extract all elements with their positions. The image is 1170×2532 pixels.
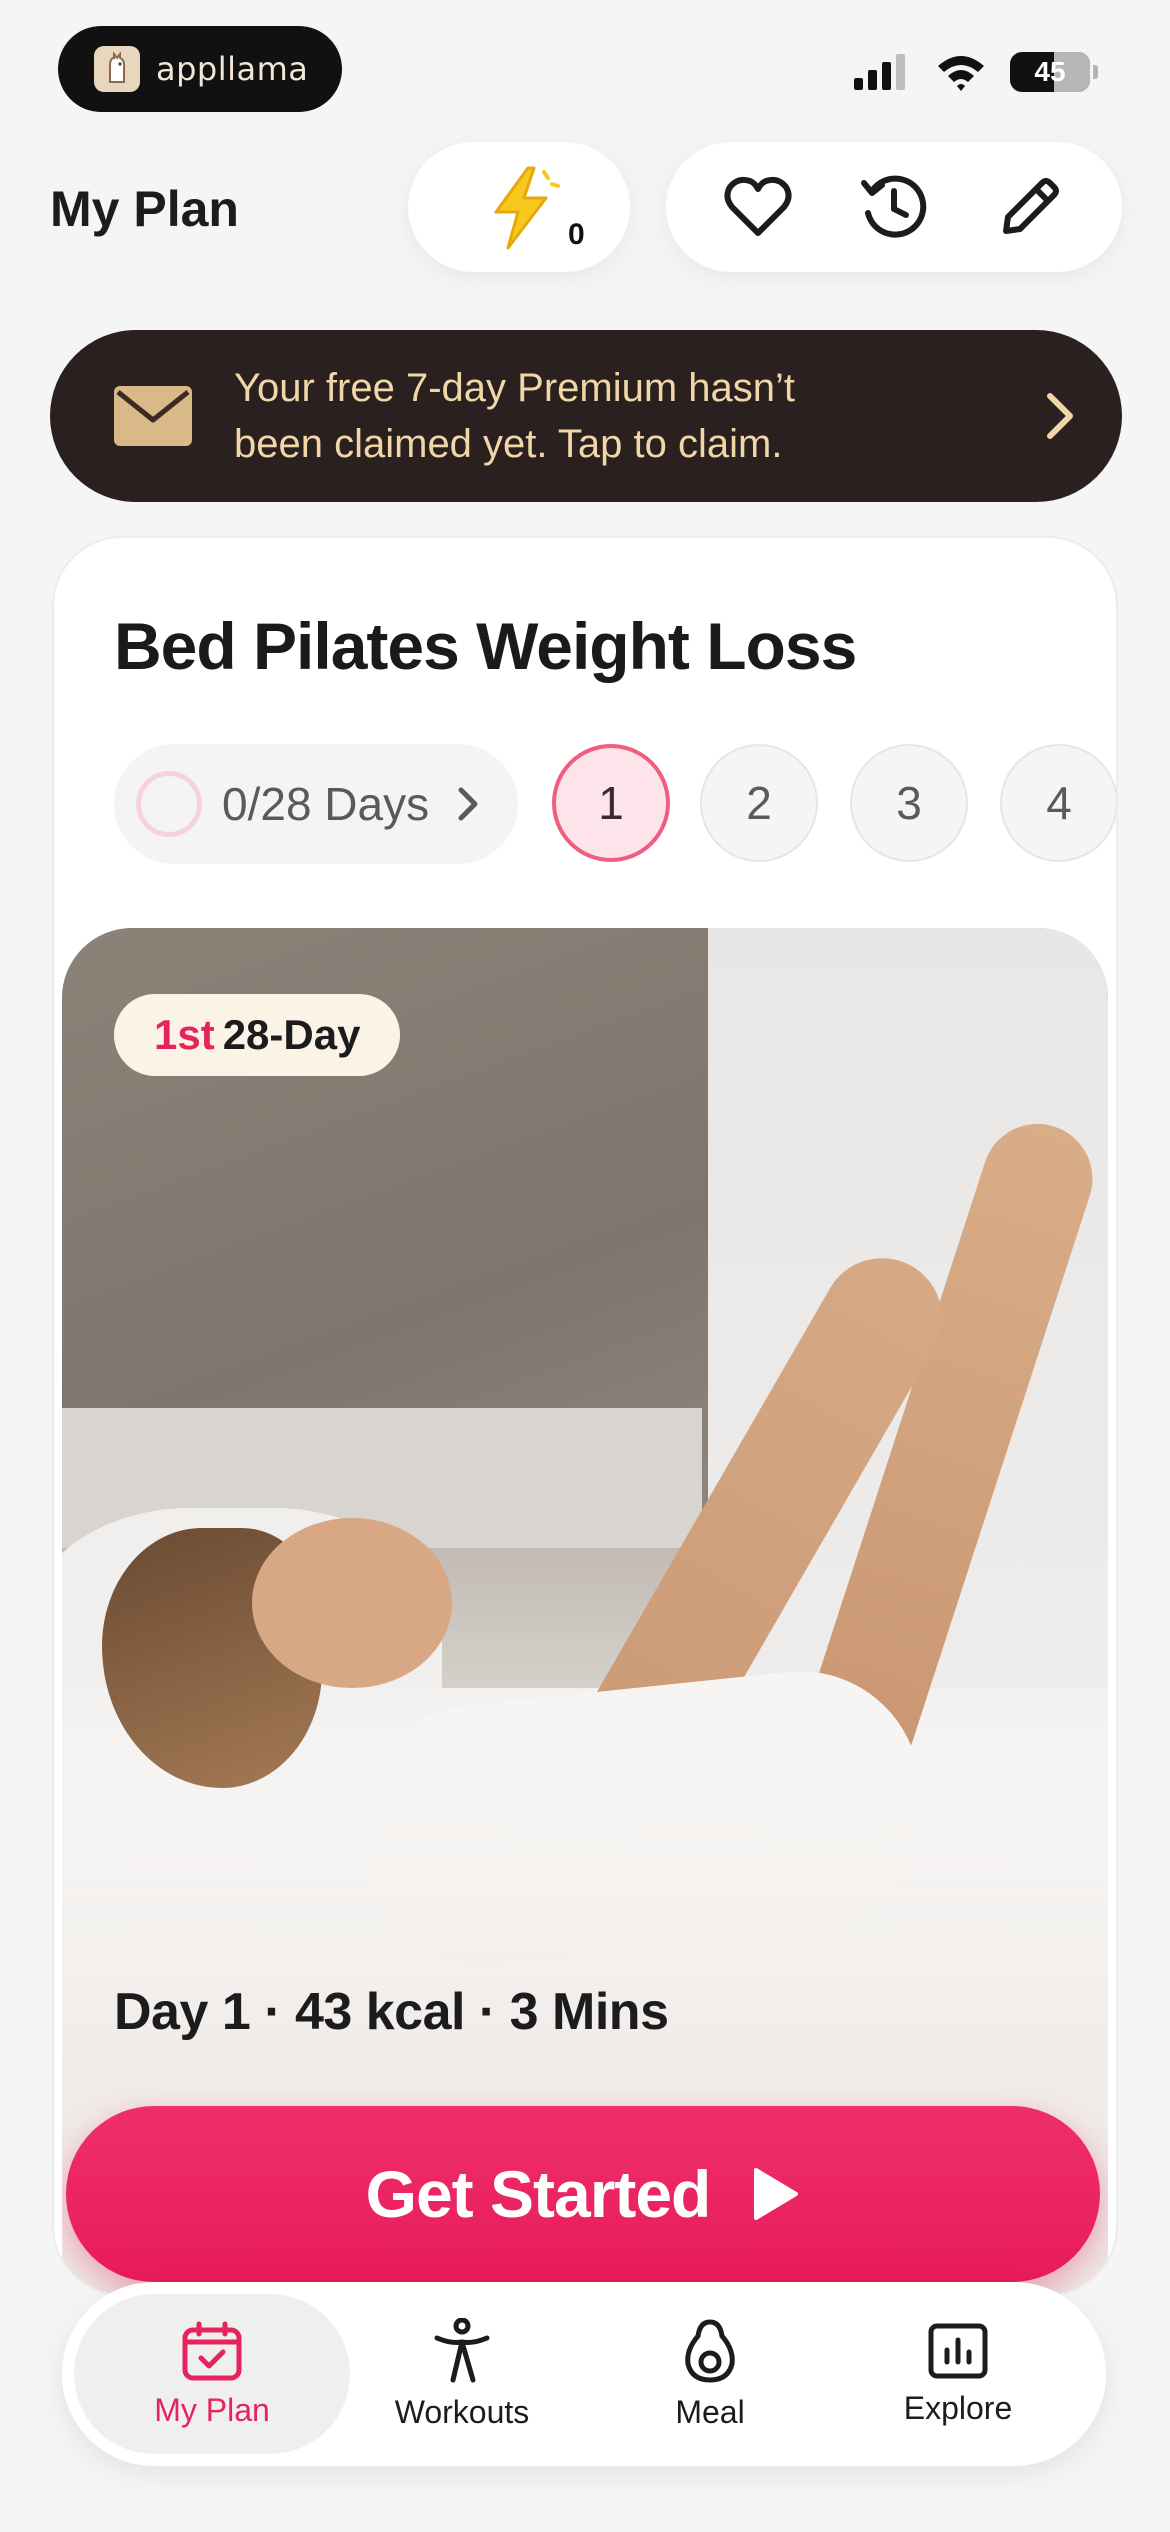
- llama-logo-icon: [94, 46, 140, 92]
- avocado-icon: [685, 2318, 735, 2383]
- history-clock-icon: [861, 175, 927, 238]
- brand-name: appllama: [156, 50, 309, 88]
- app-brand-pill: appllama: [58, 26, 342, 112]
- pencil-icon: [1003, 178, 1059, 234]
- lightning-bolt-icon: [494, 166, 560, 250]
- plan-length-badge: 1st 28-Day: [114, 994, 401, 1076]
- plan-progress-button[interactable]: 0/28 Days: [114, 744, 518, 864]
- day-selector-1[interactable]: 1: [552, 744, 670, 862]
- day-summary: Day 1 · 43 kcal · 3 Mins: [114, 1983, 669, 2041]
- tab-label: Meal: [675, 2393, 745, 2430]
- workout-hero-image[interactable]: 1st 28-Day Day 1 · 43 kcal · 3 Mins Get …: [62, 928, 1108, 2294]
- tab-workouts[interactable]: Workouts: [324, 2294, 600, 2454]
- cellular-signal-icon: [854, 54, 905, 90]
- banner-line-2: been claimed yet. Tap to claim.: [234, 422, 783, 466]
- day-selector-4[interactable]: 4: [1000, 744, 1116, 862]
- tab-label: Workouts: [394, 2393, 530, 2430]
- progress-label: 0/28 Days: [222, 778, 430, 830]
- banner-line-1: Your free 7-day Premium hasn’t: [234, 366, 796, 410]
- chart-box-icon: [928, 2323, 988, 2378]
- get-started-label: Get Started: [365, 2157, 712, 2231]
- tab-my-plan[interactable]: My Plan: [74, 2294, 350, 2454]
- plan-card: Bed Pilates Weight Loss 0/28 Days 1 2 3 …: [52, 536, 1118, 2296]
- bottom-tab-bar: My Plan Workouts Meal Explore: [62, 2282, 1106, 2466]
- battery-indicator: 45: [1010, 52, 1098, 92]
- energy-count: 0: [568, 218, 585, 251]
- battery-level: 45: [1034, 56, 1066, 87]
- banner-text: Your free 7-day Premium hasn’t been clai…: [234, 360, 994, 472]
- chevron-right-icon: [458, 787, 478, 821]
- badge-ordinal: 1st: [154, 1011, 215, 1058]
- tab-meal[interactable]: Meal: [572, 2294, 848, 2454]
- day-selector-3[interactable]: 3: [850, 744, 968, 862]
- history-button[interactable]: [854, 167, 934, 247]
- premium-claim-banner[interactable]: Your free 7-day Premium hasn’t been clai…: [50, 330, 1122, 502]
- heart-icon: [724, 176, 792, 236]
- edit-button[interactable]: [990, 167, 1070, 247]
- tab-label: Explore: [903, 2389, 1013, 2426]
- play-icon: [754, 2168, 799, 2220]
- progress-ring: [136, 771, 202, 837]
- calendar-check-icon: [182, 2321, 242, 2380]
- status-indicators: 45: [852, 52, 1098, 92]
- get-started-button[interactable]: Get Started: [66, 2106, 1100, 2282]
- favorites-button[interactable]: [718, 167, 798, 247]
- day-selector-2[interactable]: 2: [700, 744, 818, 862]
- tab-explore[interactable]: Explore: [820, 2294, 1096, 2454]
- plan-title: Bed Pilates Weight Loss: [114, 609, 857, 683]
- wifi-icon: [938, 56, 984, 91]
- chevron-right-icon: [1047, 393, 1073, 439]
- tab-label: My Plan: [154, 2391, 270, 2428]
- envelope-icon: [114, 386, 192, 446]
- energy-button[interactable]: 0: [408, 142, 630, 272]
- page-title: My Plan: [50, 181, 239, 237]
- header-actions: [666, 142, 1122, 272]
- badge-length: 28-Day: [222, 1011, 361, 1058]
- person-stretch-icon: [434, 2317, 490, 2382]
